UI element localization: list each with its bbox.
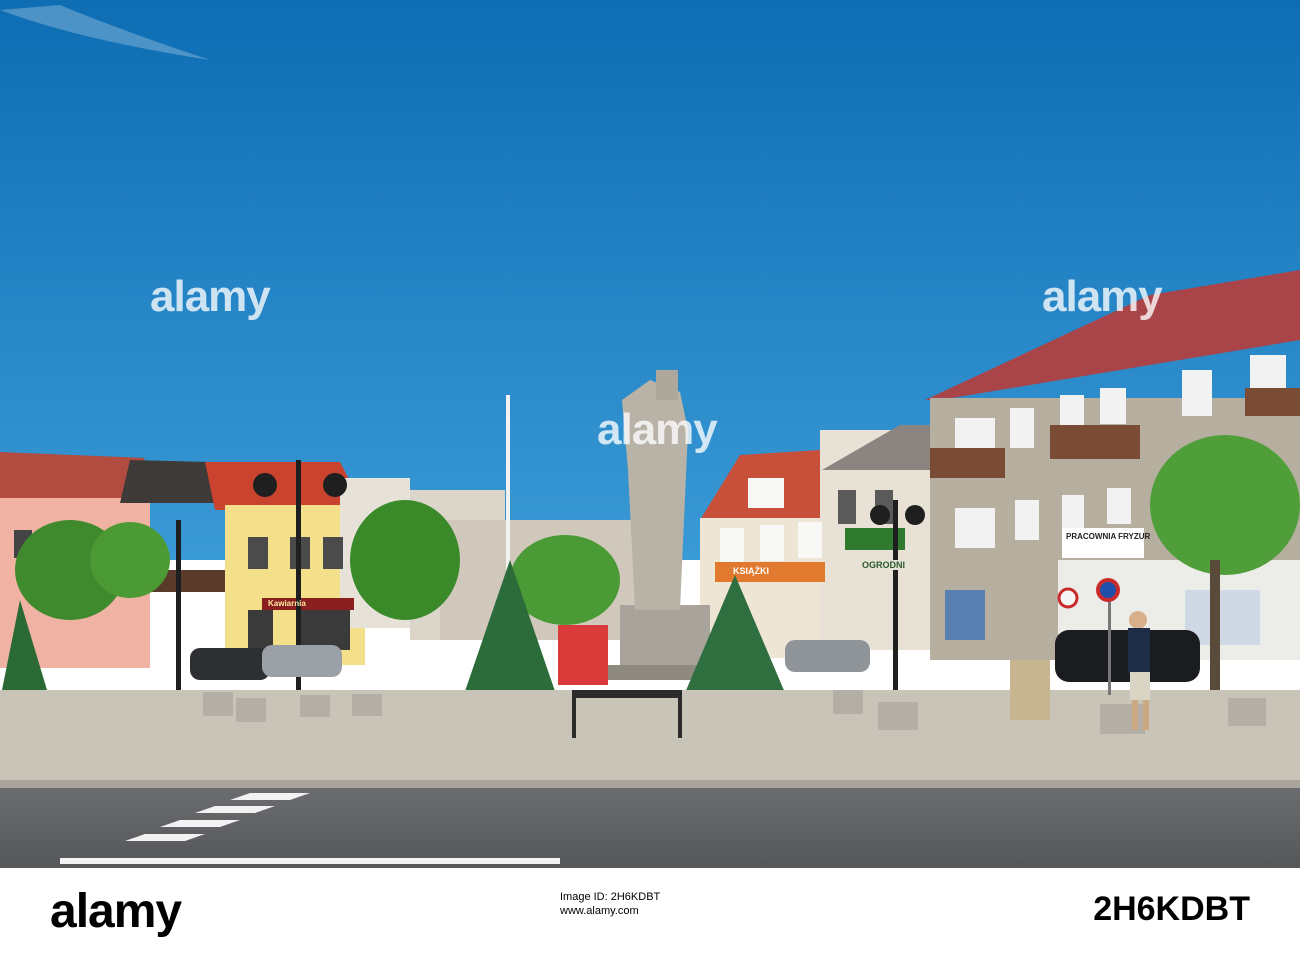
image-id-label: Image ID: 2H6KDBT	[560, 891, 661, 903]
site-url: www.alamy.com	[560, 905, 639, 917]
road	[0, 788, 1300, 868]
bookshop-sign: KSIĄŻKI	[733, 566, 769, 576]
watermark-left: alamy	[150, 272, 271, 321]
watermark-center: alamy	[597, 405, 718, 454]
alamy-logo: alamy	[50, 885, 182, 938]
alamy-footer: alamy Image ID: 2H6KDBT www.alamy.com 2H…	[0, 868, 1300, 957]
barber-sign: PRACOWNIA FRYZUR	[1066, 532, 1151, 541]
photo-stage: KSIĄŻKI OGRODNI PRACOWNIA FRYZUR Kawiarn…	[0, 0, 1300, 957]
town-square-photo: KSIĄŻKI OGRODNI PRACOWNIA FRYZUR Kawiarn…	[0, 0, 1300, 868]
footer-meta: Image ID: 2H6KDBT www.alamy.com	[560, 890, 660, 918]
image-id: 2H6KDBT	[1093, 890, 1250, 928]
garden-sign: OGRODNI	[862, 560, 906, 570]
curb	[0, 780, 1300, 788]
watermark-right: alamy	[1042, 272, 1163, 321]
cafe-sign: Kawiarnia	[268, 599, 306, 608]
